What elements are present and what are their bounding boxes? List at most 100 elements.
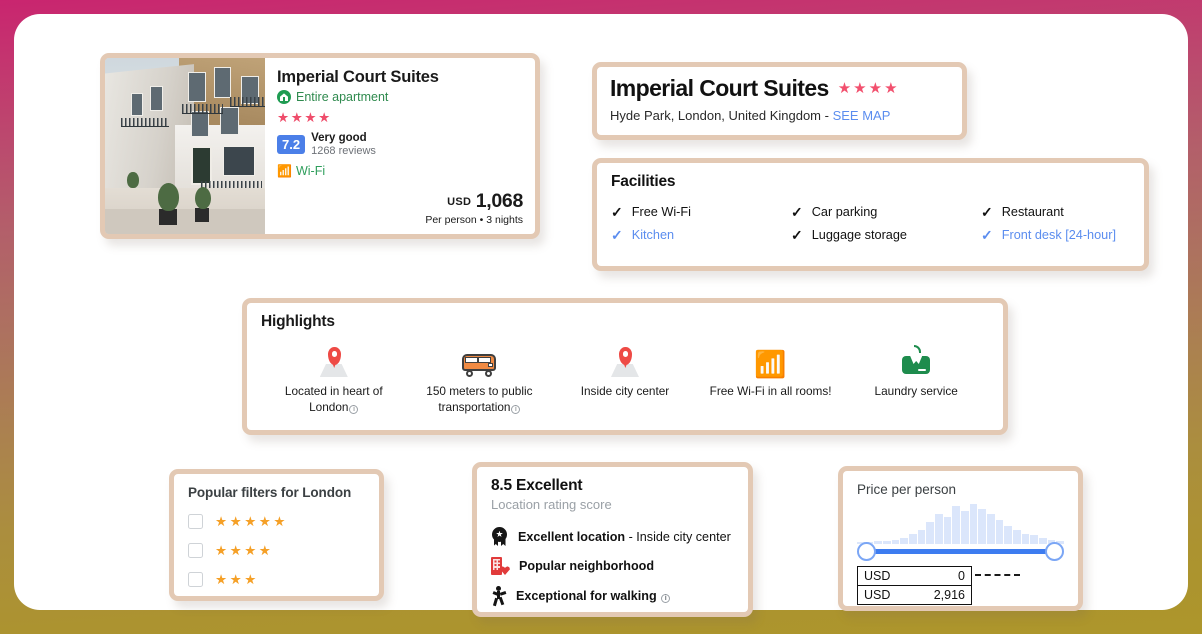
dashed-connector (975, 574, 1020, 576)
histogram-bar (987, 514, 995, 544)
wifi-icon: 📶 (277, 163, 292, 178)
neighborhood-heart-icon (491, 557, 510, 575)
hotel-star-rating: ★★★★ (837, 79, 900, 97)
property-title: Imperial Court Suites (277, 68, 439, 86)
highlight-label: Inside city center (580, 384, 670, 398)
price-min-value: 0 (958, 569, 965, 583)
filter-star-rating: ★★★ (215, 571, 259, 587)
facility-label: Free Wi-Fi (631, 205, 691, 219)
price-subtext: Per person • 3 nights (425, 214, 523, 226)
facility-label: Front desk [24-hour] (1001, 228, 1116, 242)
map-pin-icon (319, 347, 348, 377)
facility-label: Kitchen (631, 228, 675, 242)
price-histogram (857, 504, 1065, 544)
wifi-icon: 📶 (754, 349, 787, 379)
histogram-bar (943, 517, 952, 544)
price-range-slider[interactable] (857, 542, 1064, 562)
location-score-caption: Location rating score (491, 497, 612, 512)
review-score-row[interactable]: 7.2 Very good 1268 reviews (277, 132, 523, 158)
property-star-rating: ★★★★ (277, 110, 332, 126)
popular-filters-card: Popular filters for London ★★★★★ ★★★★ ★★… (169, 469, 384, 601)
filter-checkbox[interactable] (188, 514, 203, 529)
laundry-icon (900, 345, 932, 377)
highlight-item: 150 meters to public transportation i (409, 345, 549, 416)
info-icon[interactable]: i (511, 404, 521, 414)
slider-handle-max[interactable] (1045, 542, 1064, 561)
location-rating-card: 8.5 Excellent Location rating score Exce… (472, 462, 753, 617)
facility-item: ✓ Car parking (791, 205, 981, 219)
facilities-heading: Facilities (611, 173, 676, 190)
highlight-item: Located in heart of London i (264, 345, 404, 416)
property-card[interactable]: Imperial Court Suites Entire apartment ★… (100, 53, 540, 239)
wifi-amenity-row: 📶 Wi-Fi (277, 164, 523, 178)
filter-star-rating: ★★★★ (215, 542, 274, 558)
filter-row[interactable]: ★★★★ (188, 543, 365, 558)
score-badge: 7.2 (277, 135, 306, 155)
wifi-label: Wi-Fi (295, 163, 326, 178)
popular-filters-heading: Popular filters for London (188, 485, 352, 500)
price-min-currency: USD (864, 569, 891, 583)
location-feature-label: Exceptional for walking (516, 588, 657, 603)
facility-item: ✓ Free Wi-Fi (611, 205, 791, 219)
location-feature: Popular neighborhood (491, 557, 734, 575)
check-icon: ✓ (981, 204, 993, 220)
facility-label: Luggage storage (811, 228, 907, 242)
home-circle-icon (277, 90, 291, 105)
filter-checkbox[interactable] (188, 543, 203, 558)
info-icon[interactable]: i (349, 404, 359, 414)
price-filter-card: Price per person USD 0 USD 2,916 (838, 466, 1083, 611)
price-max-currency: USD (864, 588, 891, 602)
highlight-label: Located in heart of London (284, 384, 383, 414)
check-icon: ✓ (981, 227, 993, 243)
location-feature: Excellent location - Inside city center (491, 527, 734, 546)
review-count: 1268 reviews (311, 144, 376, 157)
filter-row[interactable]: ★★★★★ (188, 514, 365, 529)
slider-track[interactable] (863, 549, 1058, 554)
see-map-link[interactable]: SEE MAP (833, 108, 891, 123)
location-feature-label: Popular neighborhood (519, 559, 655, 573)
price-min-input[interactable]: USD 0 (857, 566, 972, 586)
location-feature-label: Excellent location (518, 529, 626, 544)
check-icon: ✓ (611, 204, 623, 220)
score-label: Very good (311, 131, 367, 144)
filter-checkbox[interactable] (188, 572, 203, 587)
facility-label: Restaurant (1001, 205, 1064, 219)
filter-star-rating: ★★★★★ (215, 513, 289, 529)
property-type-label: Entire apartment (296, 90, 389, 105)
facilities-card: Facilities ✓ Free Wi-Fi ✓ Car parking ✓ … (592, 158, 1149, 271)
histogram-bar (969, 504, 978, 544)
hotel-address-row: Hyde Park, London, United Kingdom - SEE … (610, 108, 949, 123)
highlight-label: Free Wi-Fi in all rooms! (709, 384, 832, 398)
highlight-label: Laundry service (874, 384, 958, 398)
histogram-bar (952, 506, 961, 544)
award-ribbon-icon (491, 527, 508, 546)
price-currency: USD (447, 195, 472, 208)
histogram-bar (926, 522, 935, 544)
location-feature: Exceptional for walking i (491, 586, 734, 606)
highlights-heading: Highlights (261, 313, 335, 330)
histogram-bar (961, 511, 969, 544)
property-photo (105, 58, 265, 234)
check-icon: ✓ (791, 204, 803, 220)
highlight-item: 📶 Free Wi-Fi in all rooms! (701, 345, 841, 416)
filter-row[interactable]: ★★★ (188, 572, 365, 587)
hotel-address: Hyde Park, London, United Kingdom - (610, 108, 833, 124)
slider-handle-min[interactable] (857, 542, 876, 561)
bus-icon (462, 352, 497, 377)
facility-item-highlighted: ✓ Kitchen (611, 228, 791, 242)
info-icon[interactable]: i (661, 593, 671, 603)
histogram-bar (978, 509, 987, 544)
histogram-bar (935, 514, 943, 544)
location-score: 8.5 Excellent (491, 477, 583, 494)
hotel-name: Imperial Court Suites (610, 75, 829, 101)
price-filter-heading: Price per person (857, 482, 957, 497)
walking-person-icon (491, 586, 506, 606)
price-max-input[interactable]: USD 2,916 (857, 586, 972, 605)
app-page: Imperial Court Suites Entire apartment ★… (14, 14, 1188, 617)
highlight-item: Laundry service (846, 345, 986, 416)
price-max-value: 2,916 (933, 588, 965, 602)
check-icon: ✓ (791, 227, 803, 243)
highlights-card: Highlights Located in heart of Londoni (242, 298, 1008, 435)
facility-item-highlighted: ✓ Front desk [24-hour] (981, 228, 1130, 242)
facility-item: ✓ Restaurant (981, 205, 1130, 219)
